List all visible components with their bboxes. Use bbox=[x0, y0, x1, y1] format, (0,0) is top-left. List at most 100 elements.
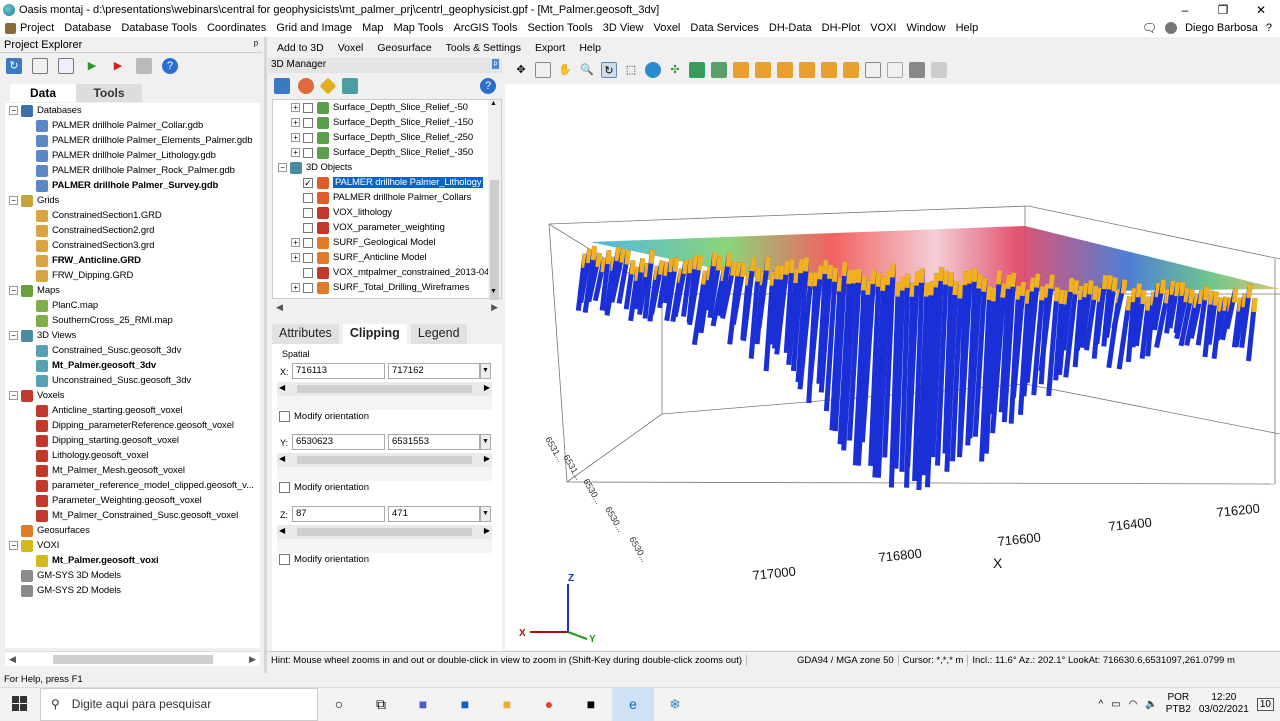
tree-expander[interactable]: + bbox=[291, 118, 300, 127]
z-min-slider[interactable]: ◀ ▶ bbox=[277, 525, 492, 539]
project-tree-item[interactable]: − VOXI bbox=[5, 538, 260, 553]
3d-tree-vscrollbar[interactable]: ▲ ▼ bbox=[488, 100, 501, 300]
menu-dh-plot[interactable]: DH-Plot bbox=[817, 22, 866, 34]
panel-splitter[interactable] bbox=[264, 37, 267, 673]
pin-icon[interactable]: ᵖ bbox=[491, 59, 499, 69]
project-tree-item[interactable]: ConstrainedSection1.GRD bbox=[5, 208, 260, 223]
tree-expander[interactable]: + bbox=[291, 253, 300, 262]
fit-view-icon[interactable] bbox=[535, 62, 551, 78]
visibility-checkbox[interactable] bbox=[303, 102, 313, 113]
3d-tree-item[interactable]: ✓ PALMER drillhole Palmer_Lithology bbox=[273, 175, 501, 190]
tab-tools[interactable]: Tools bbox=[76, 84, 142, 102]
project-tree-item[interactable]: PALMER drillhole Palmer_Elements_Palmer.… bbox=[5, 133, 260, 148]
clip-icon[interactable] bbox=[342, 78, 358, 94]
menu-map[interactable]: Map bbox=[357, 22, 388, 34]
menu-project[interactable]: Project bbox=[0, 22, 59, 34]
project-tree-item[interactable]: FRW_Dipping.GRD bbox=[5, 268, 260, 283]
project-tree-item[interactable]: Parameter_Weighting.geosoft_voxel bbox=[5, 493, 260, 508]
project-tree-item[interactable]: − Grids bbox=[5, 193, 260, 208]
menu-help[interactable]: Help bbox=[951, 22, 984, 34]
project-tree-item[interactable]: Geosurfaces bbox=[5, 523, 260, 538]
tree-expander[interactable]: − bbox=[278, 163, 287, 172]
project-tree-item[interactable]: Constrained_Susc.geosoft_3dv bbox=[5, 343, 260, 358]
globe-icon[interactable] bbox=[645, 62, 661, 78]
menu-grid-and-image[interactable]: Grid and Image bbox=[271, 22, 357, 34]
project-tree-item[interactable]: Mt_Palmer.geosoft_3dv bbox=[5, 358, 260, 373]
zoom-rect-icon[interactable]: ⬚ bbox=[623, 62, 639, 78]
tab-clipping[interactable]: Clipping bbox=[342, 324, 407, 344]
language-indicator[interactable]: POR PTB2 bbox=[1166, 692, 1191, 716]
cube-right-icon[interactable] bbox=[799, 62, 815, 78]
stop-icon[interactable] bbox=[136, 58, 152, 74]
scroll-left-arrow[interactable]: ◀ bbox=[9, 654, 16, 665]
select-move-icon[interactable]: ✥ bbox=[513, 62, 529, 78]
visibility-checkbox[interactable] bbox=[303, 267, 313, 278]
project-tree-item[interactable]: ConstrainedSection3.grd bbox=[5, 238, 260, 253]
user-name[interactable]: Diego Barbosa bbox=[1185, 22, 1258, 34]
slider-left-arrow[interactable]: ◀ bbox=[279, 526, 285, 535]
minimize-button[interactable]: – bbox=[1166, 3, 1204, 17]
project-tree-item[interactable]: Anticline_starting.geosoft_voxel bbox=[5, 403, 260, 418]
file-explorer-icon[interactable]: ■ bbox=[486, 688, 528, 721]
tree-expander[interactable]: + bbox=[291, 238, 300, 247]
project-tree-item[interactable]: GM-SYS 2D Models bbox=[5, 583, 260, 598]
project-tree-item[interactable]: Unconstrained_Susc.geosoft_3dv bbox=[5, 373, 260, 388]
user-avatar-icon[interactable] bbox=[1165, 22, 1178, 34]
project-tree-item[interactable]: PALMER drillhole Palmer_Survey.gdb bbox=[5, 178, 260, 193]
project-tree-item[interactable]: FRW_Anticline.GRD bbox=[5, 253, 260, 268]
y-max-slider[interactable] bbox=[277, 467, 492, 481]
tab-data[interactable]: Data bbox=[10, 84, 76, 102]
z-max-field[interactable]: 471 bbox=[388, 506, 480, 522]
tree-expander[interactable]: + bbox=[291, 283, 300, 292]
project-tree-item[interactable]: Lithology.geosoft_voxel bbox=[5, 448, 260, 463]
project-tree-item[interactable]: Mt_Palmer_Mesh.geosoft_voxel bbox=[5, 463, 260, 478]
tree-expander[interactable]: − bbox=[9, 541, 18, 550]
properties-icon[interactable] bbox=[58, 58, 74, 74]
project-tree-item[interactable]: PlanC.map bbox=[5, 298, 260, 313]
tab-legend[interactable]: Legend bbox=[410, 324, 467, 344]
project-tree-item[interactable]: Mt_Palmer_Constrained_Susc.geosoft_voxel bbox=[5, 508, 260, 523]
x-min-field[interactable]: 716113 bbox=[292, 363, 385, 379]
menu-3d-view[interactable]: 3D View bbox=[598, 22, 649, 34]
expand-icon[interactable]: ✣ bbox=[667, 62, 683, 78]
y-max-field[interactable]: 6531553 bbox=[388, 434, 480, 450]
scroll-right-arrow[interactable]: ▶ bbox=[491, 302, 498, 316]
x-min-slider[interactable]: ◀ ▶ bbox=[277, 382, 492, 396]
scroll-right-arrow[interactable]: ▶ bbox=[249, 654, 256, 665]
slider-right-arrow[interactable]: ▶ bbox=[484, 526, 490, 535]
3d-tree-item[interactable]: + Surface_Depth_Slice_Relief_-150 bbox=[273, 115, 501, 130]
cube-front-icon[interactable] bbox=[733, 62, 749, 78]
cube-top-icon[interactable] bbox=[821, 62, 837, 78]
pan-hand-icon[interactable]: ✋ bbox=[557, 62, 573, 78]
menu-coordinates[interactable]: Coordinates bbox=[202, 22, 271, 34]
refresh-project-icon[interactable]: ↻ bbox=[6, 58, 22, 74]
pin-icon[interactable]: ᵖ bbox=[254, 39, 258, 51]
tree-expander[interactable]: − bbox=[9, 331, 18, 340]
menu-arcgis-tools[interactable]: ArcGIS Tools bbox=[448, 22, 522, 34]
z-modify-orientation[interactable]: Modify orientation bbox=[279, 554, 369, 565]
remove-object-icon[interactable] bbox=[298, 78, 314, 94]
3d-tree-item[interactable]: + SURF_Geological Model bbox=[273, 235, 501, 250]
geosurface-menu[interactable]: Geosurface bbox=[370, 42, 438, 54]
menu-data-services[interactable]: Data Services bbox=[685, 22, 763, 34]
add-to-3d-menu[interactable]: Add to 3D bbox=[270, 42, 331, 54]
visibility-checkbox[interactable] bbox=[303, 132, 313, 143]
3d-tree-item[interactable]: VOX_parameter_weighting bbox=[273, 220, 501, 235]
cube-left-icon[interactable] bbox=[777, 62, 793, 78]
checkbox[interactable] bbox=[279, 482, 290, 493]
3d-tree-item[interactable]: VOX_lithology bbox=[273, 205, 501, 220]
menu-window[interactable]: Window bbox=[901, 22, 950, 34]
project-tree-item[interactable]: SouthernCross_25_RMI.map bbox=[5, 313, 260, 328]
outlook-icon[interactable]: ■ bbox=[444, 688, 486, 721]
menu-voxi[interactable]: VOXI bbox=[865, 22, 901, 34]
visibility-checkbox[interactable] bbox=[303, 222, 313, 233]
z-min-field[interactable]: 87 bbox=[292, 506, 385, 522]
tab-attributes[interactable]: Attributes bbox=[272, 324, 339, 344]
help-menu[interactable]: Help bbox=[572, 42, 608, 54]
export-menu[interactable]: Export bbox=[528, 42, 572, 54]
cube-back-icon[interactable] bbox=[755, 62, 771, 78]
help-icon[interactable]: ? bbox=[162, 58, 178, 74]
open-folder-icon[interactable] bbox=[32, 58, 48, 74]
project-tree-item[interactable]: Dipping_parameterReference.geosoft_voxel bbox=[5, 418, 260, 433]
tools-settings-menu[interactable]: Tools & Settings bbox=[439, 42, 528, 54]
